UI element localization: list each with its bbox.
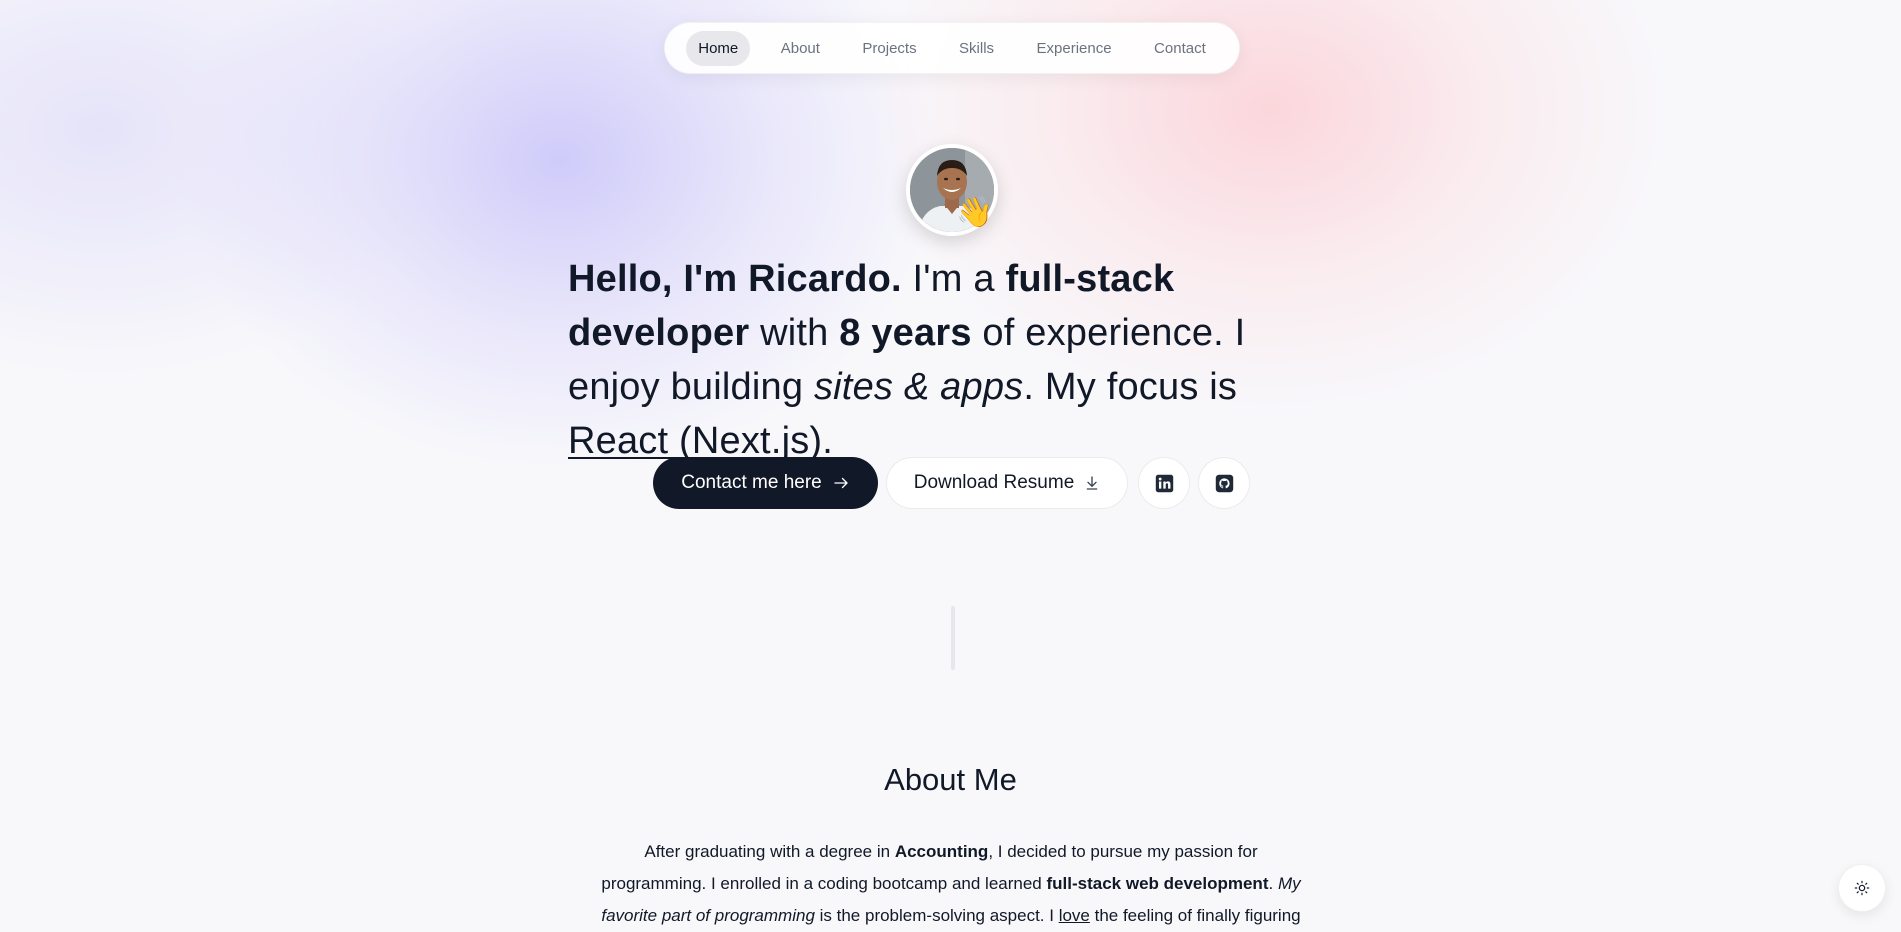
linkedin-icon [1155, 474, 1173, 492]
about-degree: Accounting [894, 842, 989, 861]
hero-build: sites & apps [813, 366, 1024, 408]
nav-item-skills[interactable]: Skills [947, 31, 1006, 66]
nav-item-about[interactable]: About [769, 31, 832, 66]
about-text: After graduating with a degree in [644, 842, 895, 861]
about-text: is the problem-solving aspect. I [814, 906, 1059, 925]
hero-years: 8 years [839, 312, 972, 354]
contact-button[interactable]: Contact me here [653, 457, 878, 509]
hero-intro: Hello, I'm Ricardo. I'm a full-stack dev… [568, 252, 1348, 468]
page: Home About Projects Skills Experience Co… [0, 0, 1901, 926]
about-text: . [1268, 874, 1278, 893]
nav-item-experience[interactable]: Experience [1025, 31, 1124, 66]
top-nav: Home About Projects Skills Experience Co… [664, 22, 1240, 74]
about-paragraph: After graduating with a degree in Accoun… [595, 836, 1307, 932]
download-resume-label: Download Resume [913, 472, 1075, 493]
github-icon [1215, 474, 1233, 492]
hero-focus: React (Next.js) [568, 420, 823, 462]
nav-item-contact[interactable]: Contact [1142, 31, 1218, 66]
nav-item-projects[interactable]: Projects [850, 31, 928, 66]
about-love: love [1058, 906, 1090, 925]
about-skill: full-stack web development [1046, 874, 1269, 893]
sun-icon [1854, 880, 1870, 896]
hero-text: . My focus is [1023, 366, 1238, 408]
download-icon [1086, 476, 1098, 490]
linkedin-button[interactable] [1138, 457, 1190, 509]
hero-text: I'm a [901, 258, 1006, 300]
hero-text: . [822, 420, 834, 462]
theme-toggle-button[interactable] [1838, 864, 1886, 912]
about-text: the feeling of finally figuring [1089, 906, 1301, 925]
hero-greeting: Hello, I'm Ricardo. [568, 258, 902, 300]
nav-item-home[interactable]: Home [686, 30, 751, 66]
github-button[interactable] [1198, 457, 1250, 509]
wave-emoji: 👋 [956, 196, 994, 229]
arrow-right-icon [834, 477, 848, 489]
hero-text: with [749, 312, 840, 354]
download-resume-button[interactable]: Download Resume [886, 457, 1128, 509]
contact-button-label: Contact me here [681, 472, 822, 493]
section-divider [951, 606, 955, 670]
about-title: About Me [884, 762, 1017, 797]
